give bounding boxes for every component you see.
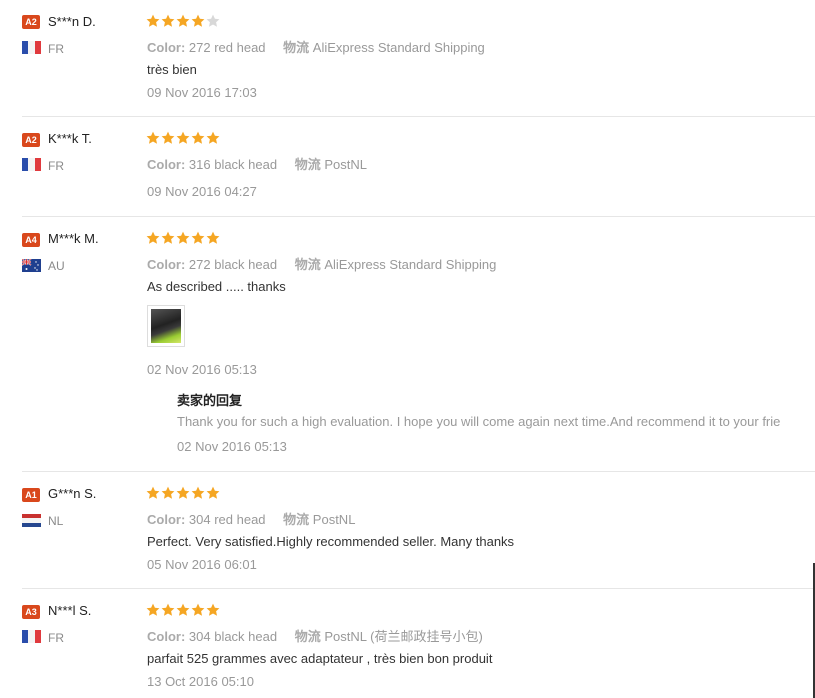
buyer-level-badge: A1 <box>22 488 40 502</box>
star-full-icon <box>161 14 175 27</box>
buyer-country: AU <box>48 259 65 273</box>
buyer-level-badge: A4 <box>22 233 40 247</box>
order-info: Color: 304 red head 物流 PostNL <box>147 509 355 528</box>
buyer-name: K***k T. <box>48 131 92 146</box>
australia-flag-graphic <box>22 259 41 272</box>
buyer-country: FR <box>48 631 64 645</box>
color-label: Color: <box>147 40 186 55</box>
star-full-icon <box>206 603 220 616</box>
shipping-value: AliExpress Standard Shipping <box>324 257 497 272</box>
seller-reply-title: 卖家的回复 <box>177 393 243 408</box>
review-date: 09 Nov 2016 17:03 <box>147 85 257 100</box>
star-full-icon <box>146 486 160 499</box>
star-full-icon <box>176 131 190 144</box>
order-info: Color: 304 black head 物流 PostNL (荷兰邮政挂号小… <box>147 626 483 645</box>
color-label: Color: <box>147 512 186 527</box>
star-full-icon <box>191 14 205 27</box>
buyer-country: FR <box>48 159 64 173</box>
seller-reply-date: 02 Nov 2016 05:13 <box>177 439 287 454</box>
review-text: As described ..... thanks <box>147 279 286 294</box>
review-date: 02 Nov 2016 05:13 <box>147 362 257 377</box>
shipping-label: 物流 <box>294 257 321 272</box>
star-full-icon <box>176 486 190 499</box>
review-photo <box>151 309 181 343</box>
star-full-icon <box>191 603 205 616</box>
divider <box>22 116 815 117</box>
france-flag-icon <box>22 158 41 171</box>
star-full-icon <box>191 231 205 244</box>
buyer-country: FR <box>48 42 64 56</box>
star-full-icon <box>176 14 190 27</box>
color-value: 272 black head <box>188 257 278 272</box>
star-full-icon <box>161 131 175 144</box>
order-info: Color: 272 red head 物流 AliExpress Standa… <box>147 37 485 56</box>
star-full-icon <box>191 131 205 144</box>
shipping-value: AliExpress Standard Shipping <box>312 40 485 55</box>
buyer-name: N***l S. <box>48 603 92 618</box>
star-full-icon <box>176 231 190 244</box>
star-full-icon <box>176 603 190 616</box>
star-full-icon <box>161 231 175 244</box>
australia-flag-icon <box>22 259 41 272</box>
color-value: 304 black head <box>188 629 278 644</box>
review-text: parfait 525 grammes avec adaptateur , tr… <box>147 651 493 666</box>
france-flag-icon <box>22 41 41 54</box>
color-label: Color: <box>147 629 186 644</box>
star-full-icon <box>161 603 175 616</box>
buyer-level-badge: A2 <box>22 15 40 29</box>
color-value: 316 black head <box>188 157 278 172</box>
netherlands-flag-icon <box>22 514 41 527</box>
seller-reply-text: Thank you for such a high evaluation. I … <box>177 414 781 429</box>
buyer-name: S***n D. <box>48 14 96 29</box>
shipping-label: 物流 <box>283 512 310 527</box>
star-full-icon <box>146 603 160 616</box>
shipping-value: PostNL <box>324 157 367 172</box>
buyer-name: M***k M. <box>48 231 99 246</box>
star-full-icon <box>146 131 160 144</box>
shipping-value: PostNL <box>312 512 356 527</box>
color-value: 272 red head <box>188 40 266 55</box>
star-full-icon <box>191 486 205 499</box>
review-date: 13 Oct 2016 05:10 <box>147 674 254 689</box>
review-date: 05 Nov 2016 06:01 <box>147 557 257 572</box>
star-full-icon <box>206 486 220 499</box>
star-rating <box>146 486 220 500</box>
shipping-value: PostNL (荷兰邮政挂号小包) <box>324 629 483 644</box>
divider <box>22 471 815 472</box>
buyer-country: NL <box>48 514 64 528</box>
review-text: Perfect. Very satisfied.Highly recommend… <box>147 534 515 549</box>
review-date: 09 Nov 2016 04:27 <box>147 184 257 199</box>
star-rating <box>146 131 220 145</box>
shipping-label: 物流 <box>294 157 321 172</box>
shipping-label: 物流 <box>294 629 321 644</box>
buyer-name: G***n S. <box>48 486 97 501</box>
divider <box>22 216 815 217</box>
star-full-icon <box>206 231 220 244</box>
star-rating <box>146 603 220 617</box>
buyer-level-badge: A3 <box>22 605 40 619</box>
star-full-icon <box>206 131 220 144</box>
review-photo-thumbnail[interactable] <box>147 305 185 347</box>
star-full-icon <box>146 14 160 27</box>
color-label: Color: <box>147 257 186 272</box>
divider <box>22 588 815 589</box>
star-rating <box>146 14 220 28</box>
order-info: Color: 316 black head 物流 PostNL <box>147 154 367 173</box>
color-label: Color: <box>147 157 186 172</box>
color-value: 304 red head <box>188 512 266 527</box>
france-flag-icon <box>22 630 41 643</box>
buyer-level-badge: A2 <box>22 133 40 147</box>
star-full-icon <box>146 231 160 244</box>
shipping-label: 物流 <box>283 40 310 55</box>
star-full-icon <box>161 486 175 499</box>
star-rating <box>146 231 220 245</box>
review-text: très bien <box>147 62 197 77</box>
order-info: Color: 272 black head 物流 AliExpress Stan… <box>147 254 496 273</box>
star-empty-icon <box>206 14 220 27</box>
